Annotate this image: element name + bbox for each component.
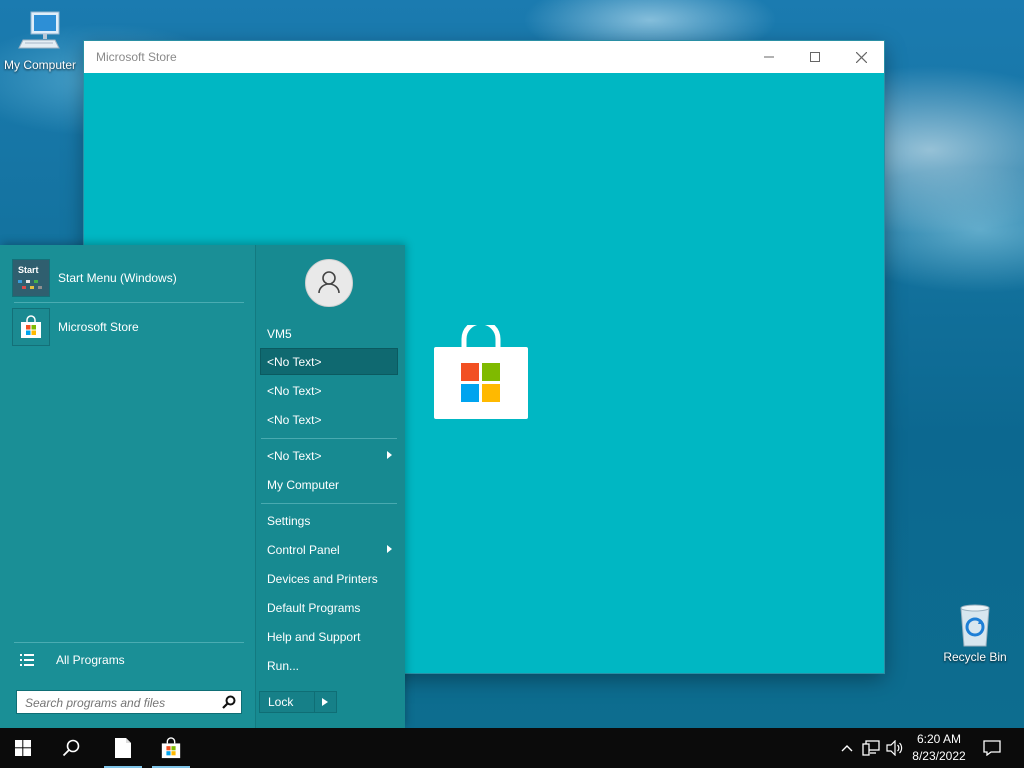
search-input[interactable] [23,692,217,714]
pinned-divider [14,302,244,303]
lock-label: Lock [268,695,294,709]
notification-icon [983,740,1001,756]
right-item-settings[interactable]: Settings [260,507,398,534]
computer-icon [17,10,63,56]
search-icon [62,739,80,757]
start-button[interactable] [0,728,46,768]
submenu-arrow-icon [387,451,392,459]
desktop-icon-label: My Computer [3,58,77,72]
right-divider [261,438,397,439]
speaker-icon [886,740,903,756]
pinned-microsoft-store[interactable]: Microsoft Store [12,307,244,347]
start-menu-right-pane: VM5 <No Text> <No Text> <No Text> <No Te… [255,245,405,728]
pinned-start-menu-windows[interactable]: Start Start Menu (Windows) [12,258,244,298]
user-name: VM5 [267,327,292,341]
pinned-item-label: Microsoft Store [58,320,139,334]
desktop: My Computer Recycle Bin Microsoft Store [0,0,1024,728]
clock-date: 8/23/2022 [912,749,966,763]
search-icon[interactable] [222,695,236,709]
close-icon [855,51,867,63]
close-button[interactable] [838,41,884,73]
volume-button[interactable] [884,728,906,768]
right-item-control-panel[interactable]: Control Panel [260,536,398,563]
maximize-button[interactable] [792,41,838,73]
lock-options-button[interactable] [313,692,336,712]
desktop-icon-recycle-bin[interactable]: Recycle Bin [935,602,1015,664]
window-title: Microsoft Store [96,50,177,64]
search-box[interactable] [16,690,242,714]
desktop-icon-my-computer[interactable]: My Computer [0,10,80,72]
maximize-icon [810,52,820,62]
taskbar: 6:20 AM 8/23/2022 [0,728,1024,768]
minimize-icon [764,56,774,58]
clock-time: 6:20 AM [916,732,962,746]
all-programs-divider [14,642,244,643]
start-menu-left-pane: Start Start Menu (Windows) Microsoft Sto… [0,245,255,728]
user-avatar[interactable] [305,259,353,307]
right-item-no-text-4[interactable]: <No Text> [260,442,398,469]
network-icon [862,740,880,756]
taskbar-file-app[interactable] [100,728,146,768]
right-item-no-text-3[interactable]: <No Text> [260,406,398,433]
recycle-bin-icon [952,602,998,648]
window-titlebar[interactable]: Microsoft Store [84,41,884,73]
all-programs-button[interactable]: All Programs [16,649,246,671]
right-item-default-programs[interactable]: Default Programs [260,594,398,621]
right-item-help-and-support[interactable]: Help and Support [260,623,398,650]
chevron-up-icon [841,745,853,752]
taskbar-search-button[interactable] [48,728,94,768]
taskbar-microsoft-store[interactable] [148,728,194,768]
lock-button[interactable]: Lock [259,691,337,713]
action-center-button[interactable] [978,728,1006,768]
right-item-no-text-2[interactable]: <No Text> [260,377,398,404]
submenu-arrow-icon [387,545,392,553]
store-icon [161,737,181,759]
all-programs-label: All Programs [56,653,125,667]
user-icon [318,271,340,294]
windows-logo-icon [15,740,31,756]
desktop-icon-label: Recycle Bin [943,650,1007,664]
start-menu-app-icon: Start [12,259,50,297]
right-item-no-text-1[interactable]: <No Text> [260,348,398,375]
store-icon [12,308,50,346]
minimize-button[interactable] [746,41,792,73]
chevron-right-icon [322,698,329,706]
microsoft-store-logo-icon [434,319,528,419]
network-button[interactable] [860,728,882,768]
right-item-my-computer[interactable]: My Computer [260,471,398,498]
taskbar-clock[interactable]: 6:20 AM 8/23/2022 [905,731,973,765]
document-icon [115,738,131,758]
pinned-item-label: Start Menu (Windows) [58,271,177,285]
right-item-devices-and-printers[interactable]: Devices and Printers [260,565,398,592]
show-hidden-icons-button[interactable] [838,728,856,768]
right-divider [261,503,397,504]
start-menu: Start Start Menu (Windows) Microsoft Sto… [0,245,405,728]
list-icon [20,654,34,666]
right-item-run[interactable]: Run... [260,652,398,679]
